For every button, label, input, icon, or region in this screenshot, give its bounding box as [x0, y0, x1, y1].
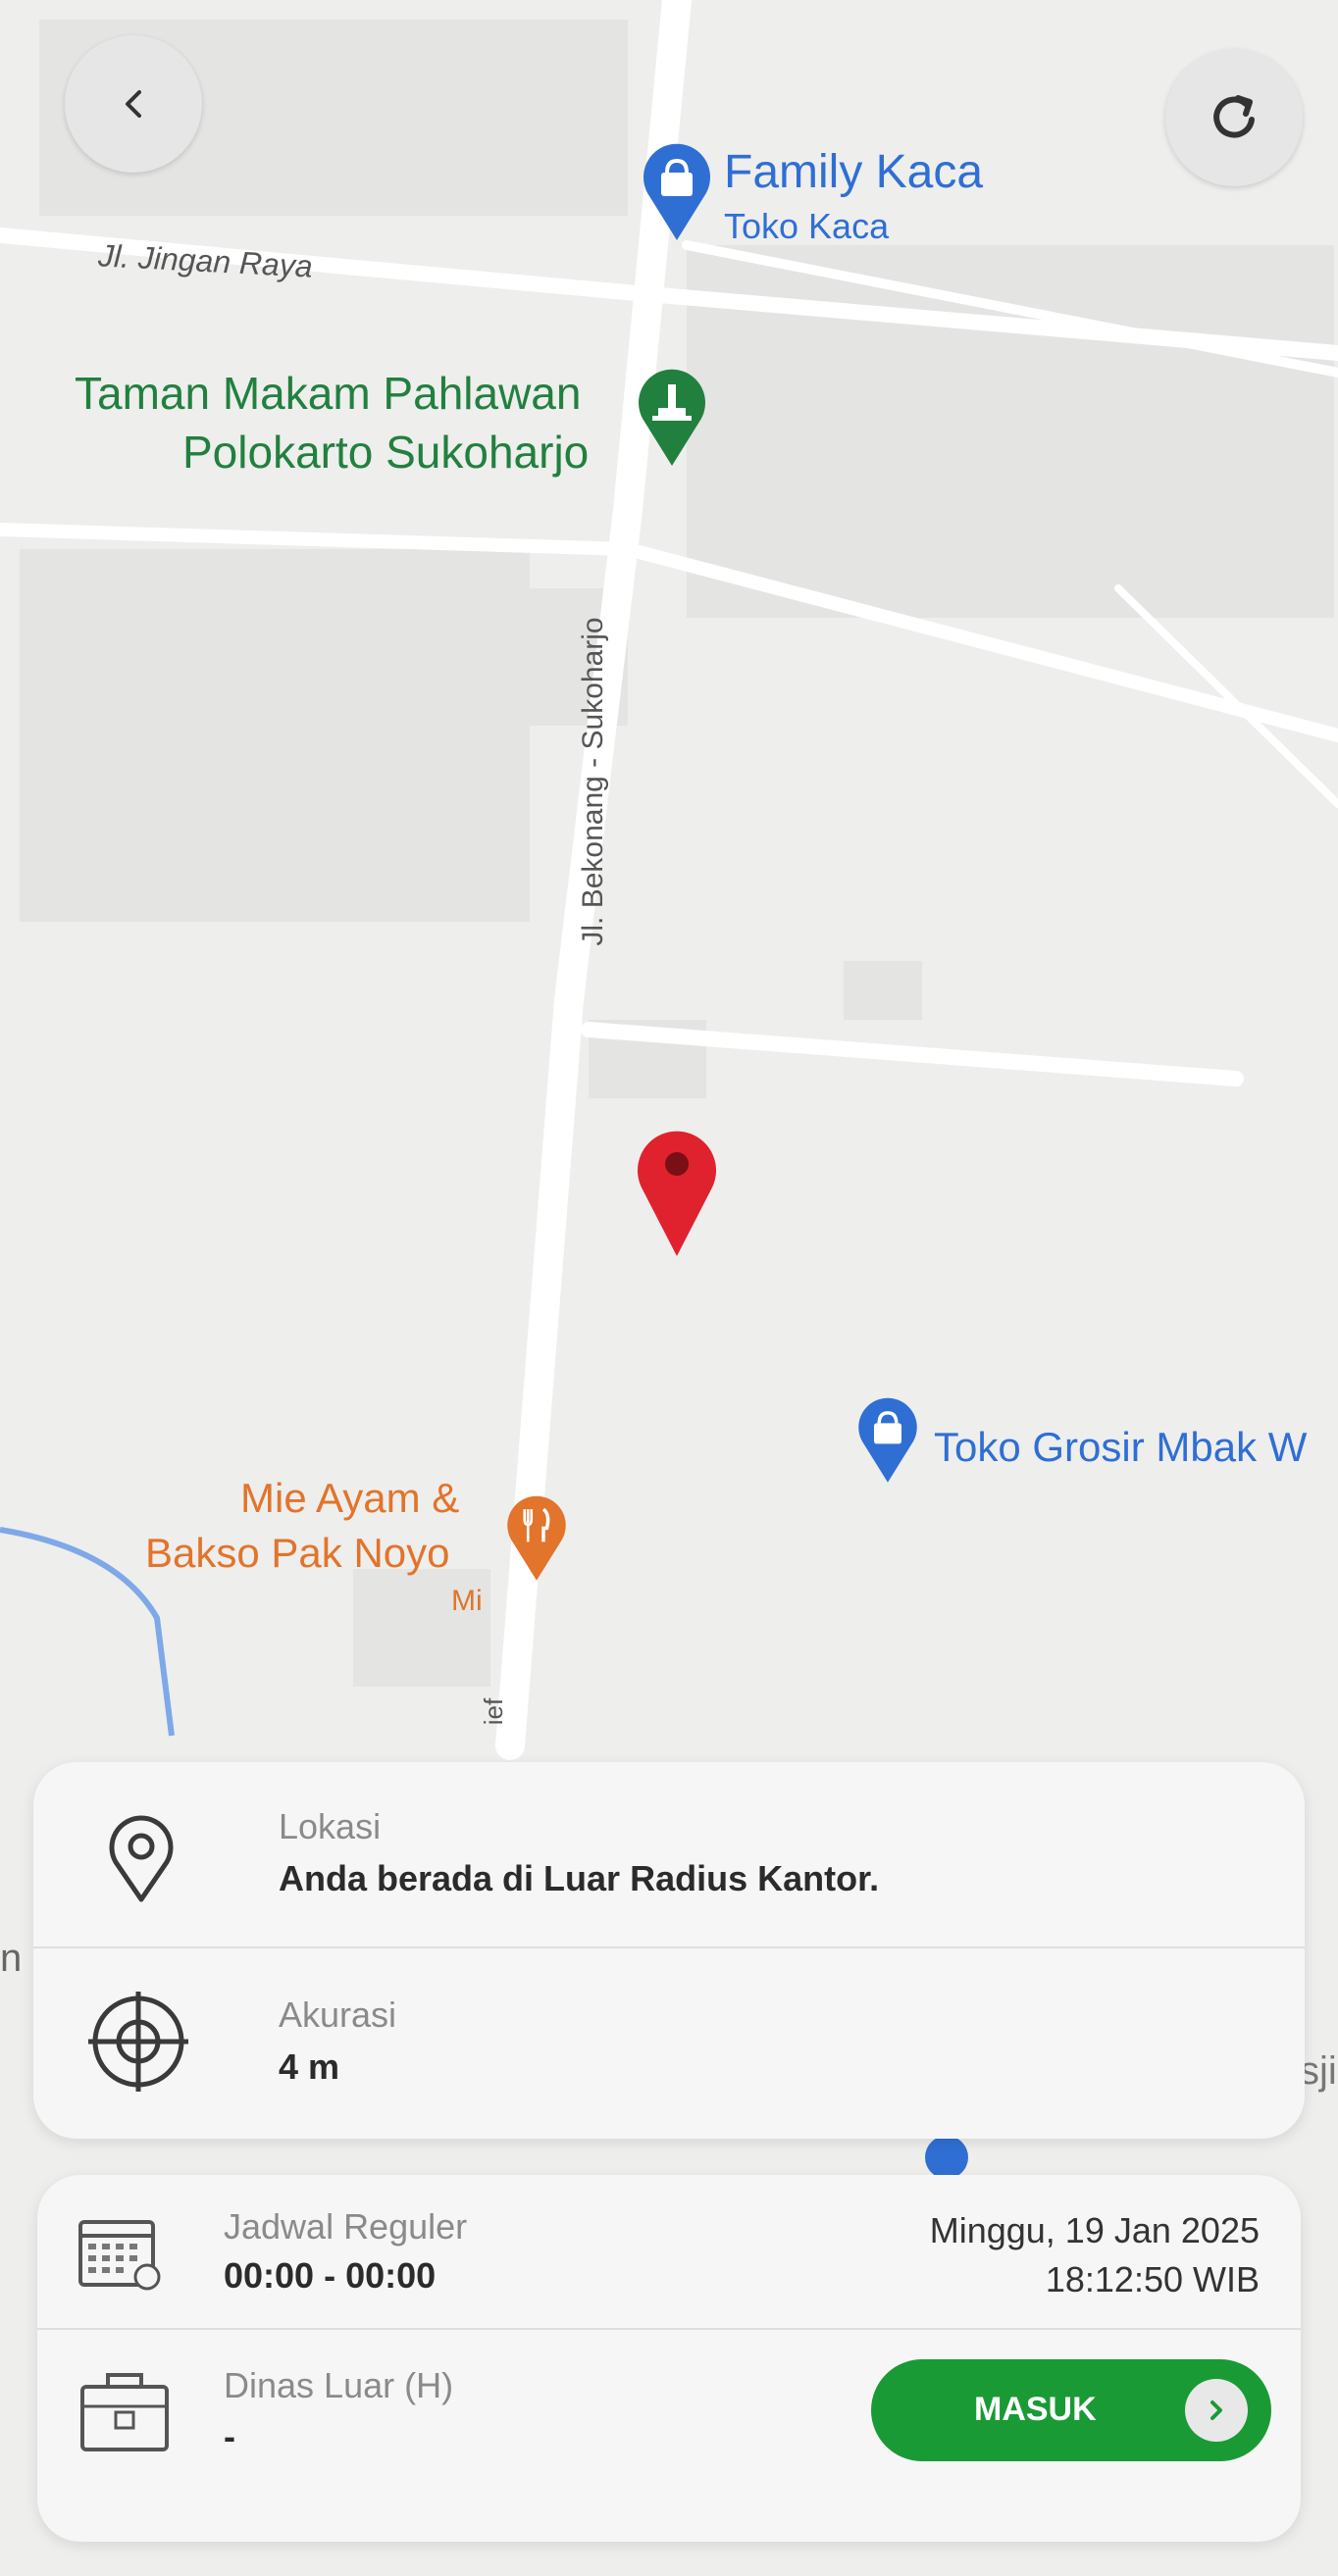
- clock-text: 18:12:50 WIB: [1045, 2259, 1260, 2299]
- location-pin-icon: [109, 1815, 174, 1902]
- poi-name-line2: Polokarto Sukoharjo: [182, 427, 590, 478]
- refresh-icon: [1213, 95, 1255, 138]
- date-text: Minggu, 19 Jan 2025: [929, 2210, 1260, 2250]
- poi-toko-grosir[interactable]: Toko Grosir Mbak W: [853, 1390, 1338, 1498]
- current-location-pin: [638, 1131, 716, 1256]
- duty-label: Dinas Luar (H): [224, 2365, 454, 2405]
- chevron-right-icon: [1185, 2379, 1248, 2442]
- card-divider: [33, 1946, 1305, 1948]
- poi-category: Toko Kaca: [724, 206, 890, 246]
- schedule-label: Jadwal Reguler: [224, 2206, 468, 2247]
- accuracy-value: 4 m: [279, 2046, 340, 2087]
- monument-icon: [639, 369, 705, 466]
- schedule-time: 00:00 - 00:00: [224, 2255, 437, 2296]
- fork-knife-icon: [507, 1495, 566, 1581]
- poi-family-kaca[interactable]: Family Kaca Toko Kaca: [638, 137, 991, 255]
- shopping-bag-icon: [643, 143, 710, 240]
- road-label-partial: ief: [479, 1697, 509, 1726]
- location-card: Lokasi Anda berada di Luar Radius Kantor…: [33, 1762, 1305, 2139]
- schedule-card: Jadwal Reguler 00:00 - 00:00 Minggu, 19 …: [37, 2175, 1301, 2542]
- refresh-button[interactable]: [1165, 49, 1303, 186]
- road-label-bekonang: Jl. Bekonang - Sukoharjo: [577, 617, 609, 946]
- accuracy-label: Akurasi: [279, 1995, 397, 2035]
- poi-name: Toko Grosir Mbak W: [934, 1424, 1308, 1470]
- road-label-edge-right: sji: [1300, 2049, 1337, 2093]
- poi-mie-ayam[interactable]: Mie Ayam & Bakso Pak Noyo Mi: [137, 1471, 579, 1638]
- poi-name-line2: Bakso Pak Noyo: [145, 1530, 450, 1576]
- shopping-bag-icon: [858, 1397, 917, 1483]
- road-label-edge-left: n: [0, 1937, 23, 1980]
- poi-name: Family Kaca: [724, 146, 984, 198]
- checkin-button-label: MASUK: [974, 2391, 1097, 2428]
- poi-taman-makam[interactable]: Taman Makam Pahlawan Polokarto Sukoharjo: [69, 363, 716, 490]
- card-divider: [37, 2328, 1301, 2330]
- calendar-icon: [78, 2220, 161, 2291]
- briefcase-icon: [80, 2373, 169, 2451]
- poi-name-line1: Taman Makam Pahlawan: [75, 368, 582, 419]
- poi-name-line1: Mie Ayam &: [240, 1475, 460, 1521]
- location-label: Lokasi: [279, 1806, 382, 1846]
- checkin-button[interactable]: MASUK: [871, 2359, 1271, 2461]
- location-value: Anda berada di Luar Radius Kantor.: [279, 1858, 880, 1898]
- crosshair-icon: [88, 1992, 188, 2092]
- back-button[interactable]: [65, 35, 202, 173]
- chevron-left-icon: [126, 90, 141, 118]
- poi-category: Mi: [451, 1585, 483, 1617]
- duty-value: -: [224, 2416, 235, 2456]
